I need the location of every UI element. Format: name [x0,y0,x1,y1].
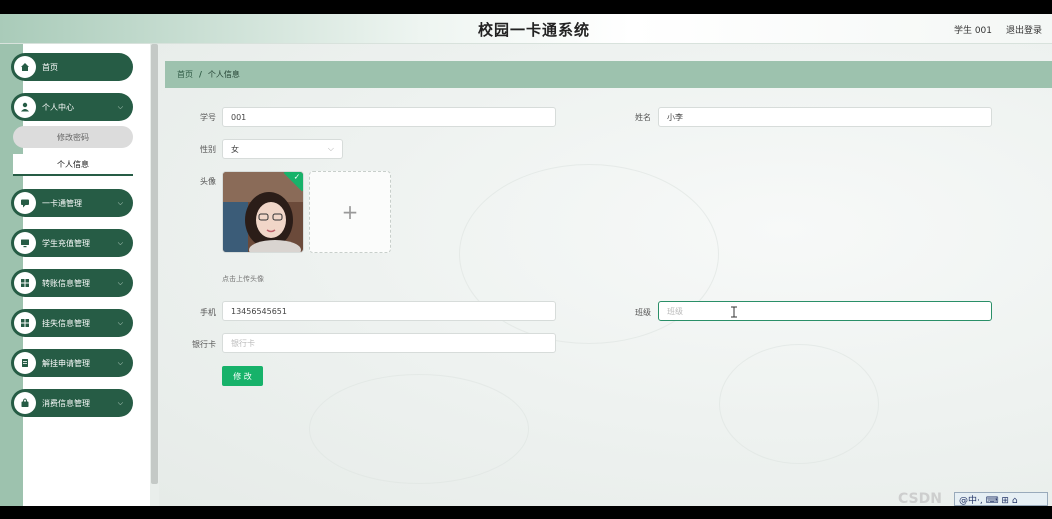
ime-toolbar[interactable]: @中·, ⌨ ⊞ ⌂ [954,492,1048,506]
grid-icon [14,272,36,294]
sidebar-item-label: 挂失信息管理 [42,318,90,328]
chevron-down-icon: ⌵ [117,278,123,287]
current-user: 学生 001 [953,26,992,36]
breadcrumb-current: 个人信息 [207,70,240,79]
submit-button[interactable]: 修 改 [222,366,263,386]
avatar-photo [223,172,303,252]
main-content: 首页 / 个人信息 学号 001 姓名 小李 性别 女 ⌵ 头像 ✓ + 点击上… [159,44,1052,506]
sidebar-scrollbar-thumb[interactable] [151,44,158,484]
monitor-icon [14,232,36,254]
sidebar-item-label: 首页 [42,62,58,72]
sidebar-item-transfer-management[interactable]: 转账信息管理 ⌵ [11,269,133,297]
message-icon [14,192,36,214]
bank-card-label: 银行卡 [192,340,216,349]
student-no-field[interactable]: 001 [222,107,556,127]
app-title: 校园一卡通系统 [477,21,590,39]
background-decoration [719,344,879,464]
name-label: 姓名 [635,113,651,122]
name-field[interactable]: 小李 [658,107,992,127]
sidebar-item-label: 解挂申请管理 [42,358,90,368]
upload-tip: 点击上传头像 [222,275,264,283]
sidebar-item-consumption-management[interactable]: 消费信息管理 ⌵ [11,389,133,417]
sidebar: 首页 个人中心 ⌵ 修改密码 个人信息 一卡通管理 ⌵ 学生充值管理 ⌵ 转账信… [0,44,150,506]
gender-select[interactable]: 女 ⌵ [222,139,343,159]
phone-label: 手机 [200,308,216,317]
check-icon: ✓ [293,172,301,182]
gender-label: 性别 [200,145,216,154]
top-letterbox [0,0,1052,14]
avatar-label: 头像 [200,177,216,186]
sidebar-item-label: 个人中心 [42,102,74,112]
breadcrumb-separator: / [199,70,202,79]
chevron-down-icon: ⌵ [117,318,123,327]
sidebar-subitem-personal-info[interactable]: 个人信息 [13,154,133,176]
watermark: CSDN [898,491,942,507]
sidebar-item-home[interactable]: 首页 [11,53,133,81]
breadcrumb-home[interactable]: 首页 [177,69,193,80]
sidebar-item-card-management[interactable]: 一卡通管理 ⌵ [11,189,133,217]
chevron-down-icon: ⌵ [117,358,123,367]
text-cursor-icon [731,306,737,318]
sidebar-item-label: 一卡通管理 [42,198,82,208]
chevron-down-icon: ⌵ [117,398,123,407]
sidebar-subitem-change-password[interactable]: 修改密码 [13,126,133,148]
sidebar-item-personal-center[interactable]: 个人中心 ⌵ [11,93,133,121]
bag-icon [14,392,36,414]
bank-card-field[interactable]: 银行卡 [222,333,556,353]
grid-icon [14,312,36,334]
breadcrumb: 首页 / 个人信息 [165,61,1052,88]
sidebar-item-label: 转账信息管理 [42,278,90,288]
gender-selected-value: 女 [231,144,239,154]
sidebar-item-loss-report-management[interactable]: 挂失信息管理 ⌵ [11,309,133,337]
user-icon [14,96,36,118]
background-decoration [309,374,529,484]
chevron-down-icon: ⌵ [117,198,123,207]
logout-link[interactable]: 退出登录 [1006,23,1042,36]
chevron-down-icon: ⌵ [327,144,334,153]
document-icon [14,352,36,374]
sidebar-item-unfreeze-application[interactable]: 解挂申请管理 ⌵ [11,349,133,377]
sidebar-item-recharge-management[interactable]: 学生充值管理 ⌵ [11,229,133,257]
sidebar-item-label: 学生充值管理 [42,238,90,248]
student-no-label: 学号 [200,113,216,122]
class-label: 班级 [635,308,651,317]
home-icon [14,56,36,78]
avatar-image[interactable]: ✓ [222,171,304,253]
avatar-upload-button[interactable]: + [309,171,391,253]
class-field[interactable]: 班级 [658,301,992,321]
chevron-down-icon: ⌵ [117,102,123,111]
sidebar-item-label: 消费信息管理 [42,398,90,408]
chevron-down-icon: ⌵ [117,238,123,247]
plus-icon: + [341,200,359,224]
bottom-letterbox [0,506,1052,519]
top-header: 校园一卡通系统 学生 001 退出登录 [0,14,1052,44]
phone-field[interactable]: 13456545651 [222,301,556,321]
